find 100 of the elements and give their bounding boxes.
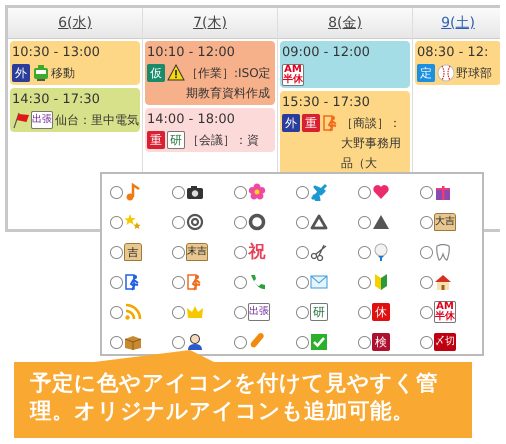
event-time: 10:10 - 12:00	[147, 44, 236, 62]
radio-button[interactable]	[234, 216, 247, 228]
warning-icon	[167, 64, 185, 82]
radio-button[interactable]	[296, 306, 309, 318]
badge-icon: 出張	[31, 111, 53, 129]
tram-icon	[32, 64, 50, 82]
badge-icon: 休	[372, 303, 390, 321]
event-card[interactable]: 08:30 - 12: 定 野球部	[415, 41, 500, 85]
radio-button[interactable]	[234, 276, 247, 288]
event-time: 15:30 - 17:30	[282, 94, 371, 112]
radio-button[interactable]	[110, 276, 123, 288]
stars-icon	[124, 213, 142, 231]
gift-icon	[434, 183, 452, 201]
envelope-icon	[310, 273, 328, 291]
radio-button[interactable]	[296, 336, 309, 348]
badge-icon: 外	[12, 64, 30, 82]
event-title: ［会議］：資	[187, 132, 260, 149]
badge-icon: 研	[310, 303, 328, 321]
badge-icon: 出張	[248, 303, 270, 321]
badge-icon: AM半休	[434, 301, 456, 323]
radio-button[interactable]	[358, 276, 371, 288]
fortune-tag-icon: 末吉	[186, 243, 208, 261]
event-card[interactable]: 10:10 - 12:00 仮 ［作業］:ISO定期教育資料作成	[145, 41, 275, 105]
event-card[interactable]: 09:00 - 12:00 AM半休	[280, 41, 410, 88]
radio-button[interactable]	[172, 306, 185, 318]
radio-button[interactable]	[358, 306, 371, 318]
radio-button[interactable]	[172, 216, 185, 228]
radio-button[interactable]	[110, 216, 123, 228]
badge-icon: 重	[147, 131, 165, 149]
badge-icon: 外	[282, 114, 300, 132]
feed-icon	[124, 303, 142, 321]
radio-button[interactable]	[110, 186, 123, 198]
radio-button[interactable]	[358, 216, 371, 228]
day-link[interactable]: 8(金)	[328, 14, 362, 32]
event-card[interactable]: 14:00 - 18:00 重 研 ［会議］：資	[145, 108, 275, 152]
radio-button[interactable]	[172, 246, 185, 258]
event-title: 仙台：里中電気	[55, 112, 139, 129]
event-title: ［商談］：大野事務用品（大	[341, 115, 402, 172]
flower-icon	[248, 183, 266, 201]
day-link[interactable]: 7(木)	[193, 14, 227, 32]
radio-button[interactable]	[234, 336, 247, 348]
event-title: ［作業］:ISO定期教育資料作成	[186, 65, 272, 102]
radio-button[interactable]	[296, 216, 309, 228]
callout: 予定に色やアイコンを付けて見やすく管理。オリジナルアイコンも追加可能。	[14, 350, 472, 438]
airplane-icon	[310, 183, 328, 201]
beginner-mark-icon	[372, 273, 390, 291]
radio-button[interactable]	[296, 276, 309, 288]
house-icon	[434, 273, 452, 291]
radio-button[interactable]	[358, 186, 371, 198]
radio-button[interactable]	[110, 336, 123, 348]
radio-button[interactable]	[420, 216, 433, 228]
heart-icon	[372, 183, 390, 201]
badge-icon: 研	[167, 131, 185, 149]
triangle-icon	[372, 213, 390, 231]
radio-button[interactable]	[172, 276, 185, 288]
check-icon	[310, 333, 328, 351]
radio-button[interactable]	[420, 246, 433, 258]
event-card[interactable]: 14:30 - 17:30 出張 仙台：里中電気	[10, 88, 140, 132]
package-icon	[124, 333, 142, 351]
badge-icon: 〆切	[434, 333, 456, 351]
target-icon	[186, 213, 204, 231]
badge-icon: 祝	[248, 243, 266, 261]
radio-button[interactable]	[420, 336, 433, 348]
event-time: 08:30 - 12:	[417, 44, 490, 62]
person-icon	[186, 333, 204, 351]
radio-button[interactable]	[358, 336, 371, 348]
scissors-icon	[310, 243, 328, 261]
event-title: 野球部	[456, 65, 493, 82]
radio-button[interactable]	[420, 306, 433, 318]
radio-button[interactable]	[420, 276, 433, 288]
radio-button[interactable]	[172, 336, 185, 348]
phone-icon	[248, 273, 266, 291]
radio-button[interactable]	[296, 186, 309, 198]
badge-icon: 重	[302, 114, 320, 132]
badge-icon: AM半休	[282, 64, 304, 86]
baseball-icon	[437, 64, 455, 82]
badge-icon: 定	[417, 64, 435, 82]
radio-button[interactable]	[420, 186, 433, 198]
fortune-tag-icon: 吉	[124, 243, 142, 261]
event-title: 移動	[51, 65, 76, 82]
radio-button[interactable]	[234, 306, 247, 318]
radio-button[interactable]	[234, 246, 247, 258]
circle-icon	[248, 213, 266, 231]
flag-icon	[12, 111, 30, 129]
day-link[interactable]: 6(水)	[58, 14, 92, 32]
golf-ball-icon	[372, 243, 390, 261]
radio-button[interactable]	[110, 246, 123, 258]
badge-icon: 仮	[147, 64, 165, 82]
event-time: 14:00 - 18:00	[147, 111, 236, 129]
event-card[interactable]: 10:30 - 13:00 外 移動	[10, 41, 140, 85]
fortune-tag-icon: 大吉	[434, 213, 456, 231]
radio-button[interactable]	[296, 246, 309, 258]
radio-button[interactable]	[358, 246, 371, 258]
music-note-icon	[124, 183, 142, 201]
event-card[interactable]: 15:30 - 17:30 外 重 ［商談］：大野事務用品（大	[280, 91, 410, 175]
radio-button[interactable]	[172, 186, 185, 198]
event-time: 10:30 - 13:00	[12, 44, 101, 62]
radio-button[interactable]	[234, 186, 247, 198]
radio-button[interactable]	[110, 306, 123, 318]
triangle-outline-icon	[310, 213, 328, 231]
